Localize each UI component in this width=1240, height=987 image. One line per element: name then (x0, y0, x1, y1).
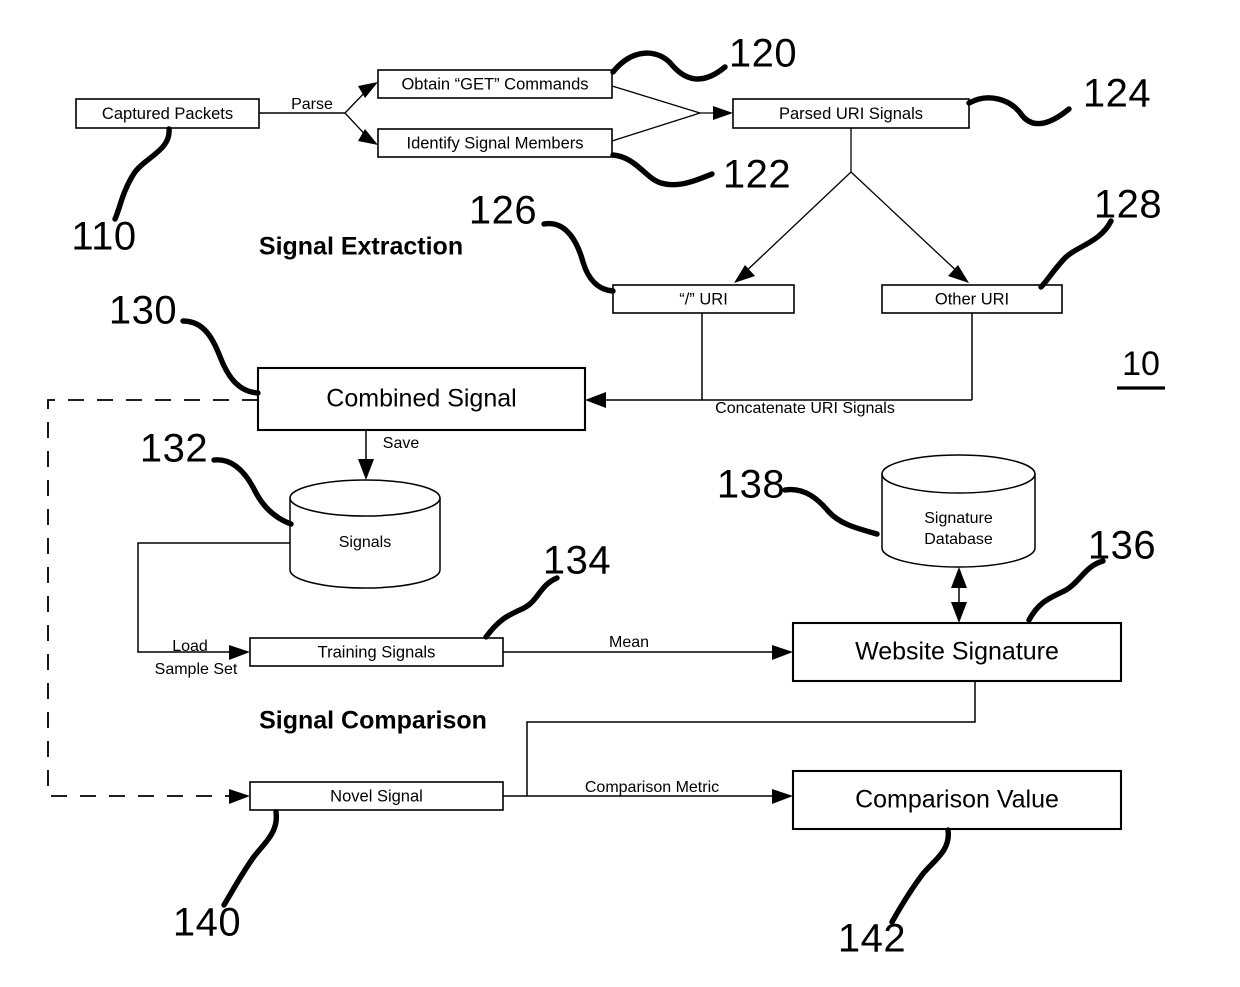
reference-numeral-136: 136 (1088, 524, 1156, 568)
edge-parsed-to-other (850, 171, 963, 277)
reference-numeral-134: 134 (543, 539, 611, 583)
arrowhead-to-training-signals (229, 645, 250, 660)
node-obtain-get-commands[interactable]: Obtain “GET” Commands (377, 69, 613, 99)
arrowhead-to-slash-uri (734, 265, 755, 283)
edge-label-load: Load (172, 638, 208, 655)
arrowhead-to-combined-signal (585, 392, 606, 408)
arrowhead-to-signature-db (951, 567, 967, 588)
node-training-signals[interactable]: Training Signals (249, 637, 504, 667)
leader-128 (1038, 218, 1114, 290)
edge-label-sample-set: Sample Set (155, 661, 238, 678)
node-website-signature[interactable]: Website Signature (791, 621, 1123, 683)
reference-numeral-124: 124 (1083, 72, 1151, 116)
leader-122 (610, 152, 715, 188)
leader-140 (221, 809, 279, 908)
combined-signal-label: Combined Signal (326, 385, 516, 413)
captured-packets-label: Captured Packets (102, 105, 233, 123)
reference-numeral-128: 128 (1094, 183, 1162, 227)
database-signature-database[interactable]: Signature Database (881, 454, 1036, 568)
leader-134 (483, 575, 560, 640)
section-heading-signal-extraction: Signal Extraction (259, 233, 463, 261)
node-layer: Captured Packets Obtain “GET” Commands I… (75, 69, 1123, 831)
edge-identify-to-merge (611, 112, 701, 142)
edge-label-comparison-metric: Comparison Metric (585, 779, 719, 796)
reference-numeral-140: 140 (173, 901, 241, 945)
database-signals[interactable]: Signals (289, 479, 441, 589)
figure-number: 10 (1122, 345, 1160, 383)
reference-numeral-126: 126 (469, 189, 537, 233)
node-identify-signal-members[interactable]: Identify Signal Members (377, 128, 613, 158)
novel-signal-label: Novel Signal (330, 787, 423, 805)
arrowhead-to-signals-db (358, 459, 374, 480)
identify-signal-members-label: Identify Signal Members (407, 134, 584, 152)
arrowhead-to-other-uri (948, 265, 969, 283)
arrowhead-to-novel-signal (229, 789, 250, 804)
leader-126 (541, 220, 616, 294)
leader-120 (610, 50, 728, 82)
signals-cylinder-top (289, 479, 441, 517)
node-comparison-value[interactable]: Comparison Value (791, 769, 1123, 831)
reference-numeral-130: 130 (109, 289, 177, 333)
leader-130 (180, 318, 261, 396)
node-captured-packets[interactable]: Captured Packets (75, 98, 260, 129)
signature-database-label-line1: Signature (924, 510, 993, 527)
signature-database-cylinder-top (881, 454, 1036, 494)
arrowhead-to-comparison-value (772, 789, 793, 804)
reference-numeral-122: 122 (723, 153, 791, 197)
node-parsed-uri-signals[interactable]: Parsed URI Signals (732, 98, 970, 129)
leader-124 (966, 95, 1072, 127)
reference-numeral-142: 142 (838, 917, 906, 961)
comparison-value-label: Comparison Value (855, 786, 1059, 814)
reference-numeral-120: 120 (729, 32, 797, 76)
arrowhead-to-website-signature-top (951, 602, 967, 623)
node-novel-signal[interactable]: Novel Signal (249, 781, 504, 811)
edge-label-concatenate-uri-signals: Concatenate URI Signals (715, 400, 895, 417)
edge-label-mean: Mean (609, 634, 649, 651)
reference-numeral-138: 138 (717, 463, 785, 507)
patent-figure: Captured Packets Obtain “GET” Commands I… (0, 0, 1240, 987)
node-other-uri[interactable]: Other URI (881, 284, 1063, 314)
obtain-get-commands-label: Obtain “GET” Commands (401, 75, 588, 93)
training-signals-label: Training Signals (318, 643, 436, 661)
edge-label-save: Save (383, 435, 420, 452)
reference-numeral-132: 132 (140, 427, 208, 471)
leader-136 (1026, 558, 1106, 623)
leader-132 (211, 457, 294, 527)
arrowhead-to-website-signature (772, 645, 793, 660)
leader-138 (782, 486, 880, 537)
leader-142 (889, 827, 951, 925)
slash-uri-label: “/” URI (679, 290, 728, 308)
arrowhead-to-parsed-uri (713, 106, 733, 120)
website-signature-label: Website Signature (855, 638, 1059, 666)
edge-signals-to-training (137, 542, 290, 653)
leader-110 (112, 126, 172, 222)
edge-get-to-merge (611, 85, 701, 114)
cylinder-layer: Signals Signature Database (289, 454, 1036, 589)
signature-database-label-line2: Database (924, 531, 993, 548)
node-slash-uri[interactable]: “/” URI (612, 284, 795, 314)
node-combined-signal[interactable]: Combined Signal (256, 366, 587, 432)
signals-cylinder-label: Signals (339, 534, 391, 551)
arrowhead-to-identify (358, 129, 378, 145)
figure-canvas: Captured Packets Obtain “GET” Commands I… (47, 32, 1165, 961)
parsed-uri-signals-label: Parsed URI Signals (779, 105, 923, 123)
reference-numeral-110: 110 (71, 215, 136, 259)
edge-label-parse: Parse (291, 96, 333, 113)
section-heading-signal-comparison: Signal Comparison (259, 707, 487, 735)
figure-number-group: 10 (1117, 345, 1165, 390)
other-uri-label: Other URI (935, 290, 1009, 308)
